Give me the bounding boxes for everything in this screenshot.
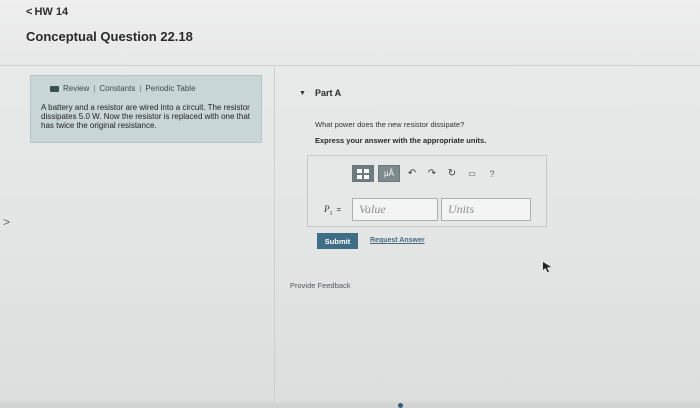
chevron-left-icon: < (26, 6, 33, 18)
request-answer-link[interactable]: Request Answer (370, 237, 425, 244)
variable-subscript: 1 (329, 210, 333, 217)
mouse-cursor-icon (543, 262, 551, 272)
question-text: What power does the new resistor dissipa… (315, 120, 465, 129)
scroll-indicator (398, 403, 403, 408)
units-input[interactable]: Units (441, 198, 531, 221)
keyboard-icon[interactable]: ▭ (464, 169, 480, 178)
back-link-label: HW 14 (34, 6, 69, 18)
redo-icon[interactable]: ↷ (424, 168, 440, 179)
variable-label: P1 = (324, 204, 341, 217)
separator: | (93, 84, 96, 93)
part-label: Part A (314, 88, 342, 98)
review-link[interactable]: Review (63, 84, 89, 93)
back-to-assignment-link[interactable]: < HW 14 (26, 6, 68, 18)
math-toolbar: μÅ ↶ ↷ ↻ ▭ ? (352, 165, 500, 182)
resource-links-bar: Review | Constants | Periodic Table (50, 84, 196, 93)
provide-feedback-link[interactable]: Provide Feedback (290, 281, 350, 290)
expand-arrow-icon[interactable]: > (3, 215, 10, 229)
book-icon (50, 85, 59, 92)
reset-icon[interactable]: ↻ (444, 168, 460, 179)
problem-statement: A battery and a resistor are wired into … (41, 103, 250, 130)
submit-button[interactable]: Submit (317, 233, 358, 249)
instruction-text: Express your answer with the appropriate… (315, 136, 487, 145)
separator: | (139, 84, 142, 93)
top-bar: < HW 14 Conceptual Question 22.18 (0, 0, 700, 66)
equals-sign: = (336, 205, 342, 214)
bottom-edge (0, 402, 700, 408)
caret-down-icon: ▼ (299, 89, 306, 97)
page-title: Conceptual Question 22.18 (26, 29, 193, 44)
value-input[interactable]: Value (352, 198, 438, 221)
undo-icon[interactable]: ↶ (404, 168, 420, 179)
units-button[interactable]: μÅ (378, 165, 400, 182)
help-icon[interactable]: ? (484, 169, 500, 179)
periodic-table-link[interactable]: Periodic Table (145, 84, 195, 93)
constants-link[interactable]: Constants (99, 84, 135, 93)
panel-divider (274, 66, 275, 408)
templates-grid-icon[interactable] (352, 165, 374, 182)
part-a-header[interactable]: ▼ Part A (299, 88, 341, 98)
